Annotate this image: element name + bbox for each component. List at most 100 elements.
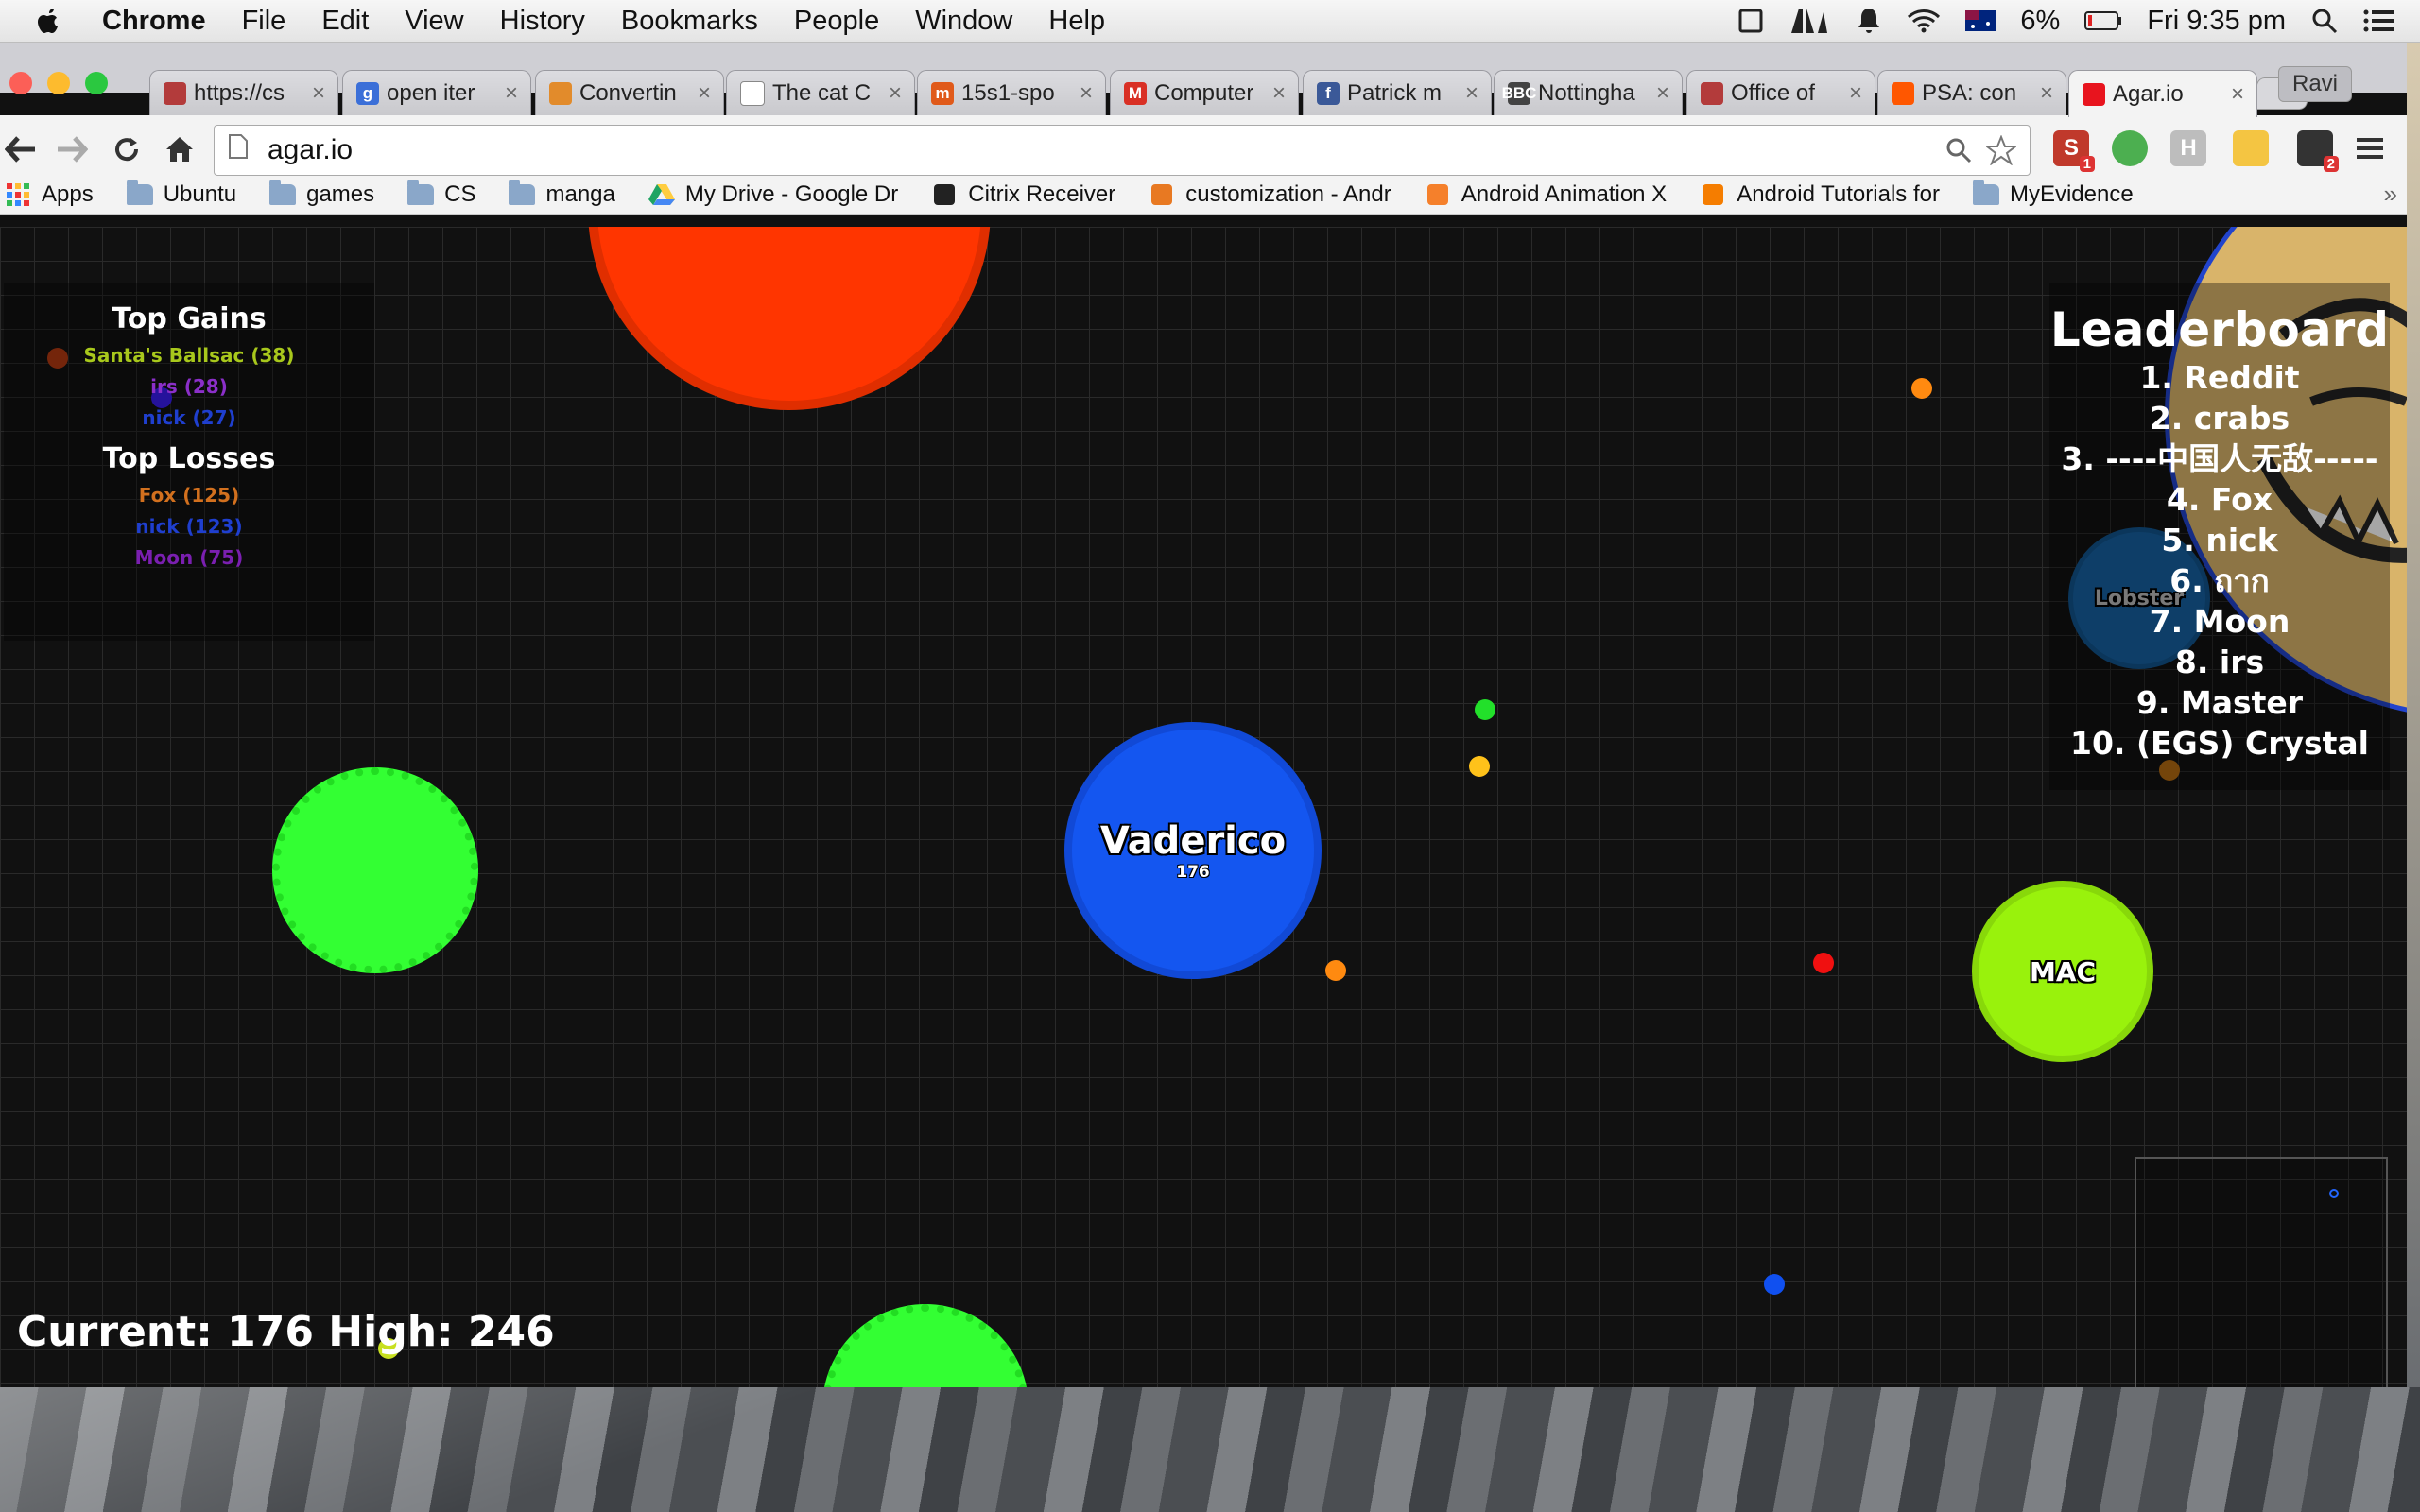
- citrix-icon: [930, 182, 959, 207]
- tab-9[interactable]: Office of ×: [1686, 70, 1876, 115]
- zoom-window-button[interactable]: [85, 72, 108, 94]
- australia-flag-icon[interactable]: [1965, 10, 1996, 31]
- apple-menu-icon[interactable]: [36, 6, 70, 36]
- bookmark-item[interactable]: My Drive - Google Dr: [648, 181, 898, 208]
- tab-favicon-icon: [1701, 81, 1723, 105]
- minimize-window-button[interactable]: [47, 72, 70, 94]
- battery-icon[interactable]: [2084, 10, 2122, 31]
- bookmark-item[interactable]: MyEvidence: [1972, 180, 2134, 208]
- bookmark-item[interactable]: Android Tutorials for: [1699, 181, 1940, 208]
- profile-button[interactable]: Ravi: [2278, 66, 2352, 102]
- menu-app-chrome[interactable]: Chrome: [102, 6, 206, 37]
- tab-2[interactable]: g open iter ×: [342, 70, 531, 115]
- address-url[interactable]: agar.io: [268, 134, 1945, 166]
- adobe-icon[interactable]: [1789, 7, 1831, 35]
- close-window-button[interactable]: [9, 72, 32, 94]
- menu-window[interactable]: Window: [915, 6, 1012, 37]
- bookmark-item[interactable]: games: [268, 180, 374, 208]
- forward-button[interactable]: [53, 130, 91, 168]
- desktop-wallpaper: [0, 1387, 2420, 1512]
- bookmark-item[interactable]: Ubuntu: [126, 180, 236, 208]
- back-button[interactable]: [2, 130, 40, 168]
- tab-3[interactable]: Convertin ×: [535, 70, 724, 115]
- agar-game-canvas[interactable]: Vaderico 176 MAC Lobster Top Gains Santa…: [0, 227, 2407, 1387]
- extension-badge: 2: [2323, 156, 2339, 172]
- leaderboard-entry: 8. irs: [2174, 644, 2265, 680]
- bookmark-item[interactable]: CS: [406, 180, 475, 208]
- tab-1[interactable]: https://cs ×: [149, 70, 338, 115]
- bookmark-item[interactable]: Citrix Receiver: [930, 181, 1115, 208]
- bookmark-label: Citrix Receiver: [968, 181, 1116, 207]
- score-readout: Current: 176 High: 246: [17, 1308, 555, 1356]
- extension-dark-icon[interactable]: 2: [2297, 130, 2339, 172]
- extension-green-icon[interactable]: [2112, 130, 2148, 166]
- bookmark-item[interactable]: Android Animation X: [1424, 181, 1667, 208]
- home-button[interactable]: [161, 130, 199, 168]
- bookmark-item[interactable]: customization - Andr: [1148, 181, 1392, 208]
- tab-8[interactable]: BBC Nottingha ×: [1494, 70, 1683, 115]
- bookmark-star-icon[interactable]: [1986, 135, 2016, 165]
- tab-6[interactable]: M Computer ×: [1110, 70, 1299, 115]
- menu-file[interactable]: File: [242, 6, 286, 37]
- menu-bookmarks[interactable]: Bookmarks: [621, 6, 758, 37]
- extension-h-icon[interactable]: H: [2170, 130, 2206, 166]
- tab-title: The cat C: [772, 79, 872, 106]
- folder-icon: [126, 180, 154, 207]
- menu-edit[interactable]: Edit: [321, 6, 369, 37]
- tab-title: Convertin: [579, 79, 677, 106]
- leaderboard-entry: 5. nick: [2161, 522, 2278, 558]
- bookmark-label: customization - Andr: [1185, 181, 1392, 207]
- tab-close-icon[interactable]: ×: [2037, 80, 2056, 107]
- screen-mirror-icon[interactable]: [1737, 7, 1765, 35]
- tab-close-icon[interactable]: ×: [1846, 80, 1865, 107]
- leaderboard-entry: 4. Fox: [2166, 481, 2273, 518]
- extension-puzzle-icon[interactable]: [2233, 130, 2269, 166]
- wifi-icon[interactable]: [1907, 8, 1941, 34]
- search-icon[interactable]: [1945, 136, 1973, 164]
- tab-close-icon[interactable]: ×: [886, 80, 905, 107]
- tab-10[interactable]: PSA: con ×: [1877, 70, 2066, 115]
- tab-favicon-icon: f: [1317, 81, 1340, 105]
- notification-bell-icon[interactable]: [1856, 7, 1882, 35]
- google-drive-icon: [648, 182, 676, 207]
- extension-badge: 1: [2079, 156, 2095, 172]
- notification-center-icon[interactable]: [2363, 9, 2395, 33]
- tab-close-icon[interactable]: ×: [1653, 80, 1672, 107]
- menu-view[interactable]: View: [405, 6, 463, 37]
- minimap-player-dot: [2329, 1189, 2339, 1198]
- tab-close-icon[interactable]: ×: [502, 80, 521, 107]
- menu-help[interactable]: Help: [1048, 6, 1105, 37]
- tab-close-icon[interactable]: ×: [1462, 80, 1481, 107]
- top-gain-entry: Santa's Ballsac (38): [83, 344, 295, 367]
- tab-close-icon[interactable]: ×: [2228, 81, 2247, 108]
- reload-button[interactable]: [108, 130, 146, 168]
- tab-7[interactable]: f Patrick m ×: [1303, 70, 1492, 115]
- chrome-menu-icon[interactable]: [2352, 130, 2388, 166]
- spotlight-search-icon[interactable]: [2310, 7, 2339, 35]
- tab-favicon-icon: M: [1124, 81, 1147, 105]
- folder-icon: [1972, 180, 2000, 207]
- tab-4[interactable]: The cat C ×: [726, 70, 915, 115]
- tab-close-icon[interactable]: ×: [309, 80, 328, 107]
- menu-history[interactable]: History: [500, 6, 585, 37]
- bookmark-item[interactable]: manga: [508, 180, 615, 208]
- tab-close-icon[interactable]: ×: [695, 80, 714, 107]
- bookmarks-overflow-chevron-icon[interactable]: »: [2384, 180, 2397, 209]
- desktop-wallpaper-edge: [2407, 43, 2420, 1387]
- tab-11[interactable]: Agar.io ×: [2068, 70, 2257, 117]
- tab-close-icon[interactable]: ×: [1077, 80, 1096, 107]
- menu-people[interactable]: People: [794, 6, 879, 37]
- battery-percentage: 6%: [2020, 5, 2061, 36]
- tab-favicon-icon: [740, 80, 765, 106]
- enemy-cell-name: MAC: [2029, 955, 2097, 988]
- leaderboard-entry: 9. Master: [2135, 684, 2304, 721]
- extension-s-icon[interactable]: S1: [2053, 130, 2095, 172]
- tab-5[interactable]: m 15s1-spo ×: [917, 70, 1106, 115]
- menubar-clock[interactable]: Fri 9:35 pm: [2147, 6, 2286, 37]
- minimap: [2135, 1157, 2388, 1387]
- leaderboard-entry: 2. crabs: [2149, 400, 2290, 437]
- bookmark-item[interactable]: Apps: [4, 181, 94, 208]
- address-bar[interactable]: agar.io: [214, 125, 2031, 176]
- tab-close-icon[interactable]: ×: [1270, 80, 1288, 107]
- tab-title: 15s1-spo: [961, 79, 1055, 106]
